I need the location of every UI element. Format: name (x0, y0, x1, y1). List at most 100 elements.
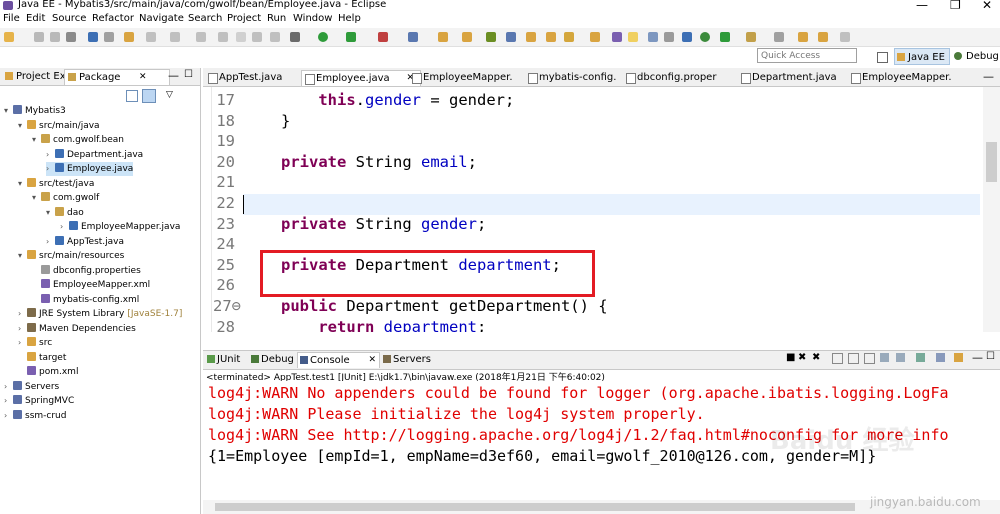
collapsed-arrow-icon[interactable]: › (4, 380, 13, 394)
scroll-lock-icon[interactable] (848, 353, 859, 364)
clear-console-icon[interactable] (832, 353, 843, 364)
new-icon[interactable] (4, 32, 14, 42)
tree-item[interactable]: mybatis-config.xml (32, 293, 139, 307)
tab-console[interactable]: Console ✕ (297, 352, 380, 368)
maximize-button[interactable]: ❐ (950, 0, 961, 12)
tree-item[interactable]: › Servers (4, 380, 59, 394)
tree-item[interactable]: › Department.java (46, 148, 143, 162)
close-icon[interactable]: ✕ (139, 70, 147, 85)
forward-icon[interactable] (818, 32, 828, 42)
show-whitespace-icon[interactable] (664, 32, 674, 42)
terminate-icon[interactable] (236, 32, 246, 42)
tree-item[interactable]: ▾ com.gwolf.bean (32, 133, 124, 147)
coverage-icon[interactable] (346, 32, 356, 42)
editor-tab[interactable]: AppTest.java (205, 70, 311, 85)
remove-all-icon[interactable]: ✖ (812, 352, 820, 363)
expanded-arrow-icon[interactable]: ▾ (18, 249, 27, 263)
collapsed-arrow-icon[interactable]: › (4, 394, 13, 408)
tab-debug[interactable]: Debug (249, 352, 297, 367)
menu-window[interactable]: Window (293, 13, 332, 24)
maximize-console-icon[interactable]: ☐ (986, 351, 995, 362)
resume-icon[interactable] (196, 32, 206, 42)
remove-launch-icon[interactable]: ✖ (798, 352, 806, 363)
close-button[interactable]: ✕ (982, 0, 992, 12)
menu-file[interactable]: File (3, 13, 20, 24)
open-type-icon[interactable] (526, 32, 536, 42)
save-icon[interactable] (34, 32, 44, 42)
tree-item[interactable]: ▾ Mybatis3 (4, 104, 66, 118)
new-class-icon[interactable] (486, 32, 496, 42)
menu-edit[interactable]: Edit (26, 13, 45, 24)
last-edit-icon[interactable] (774, 32, 784, 42)
editor-scrollbar[interactable] (983, 87, 1000, 332)
forward-menu-icon[interactable] (840, 32, 850, 42)
show-when-output-icon[interactable] (880, 353, 889, 362)
editor-tab[interactable]: EmployeeMapper. (848, 70, 966, 85)
link-with-editor-icon[interactable] (142, 89, 156, 103)
prev-annotation-icon[interactable] (746, 32, 756, 42)
menu-source[interactable]: Source (52, 13, 86, 24)
expanded-arrow-icon[interactable]: ▾ (32, 133, 41, 147)
open-console-icon[interactable] (954, 353, 963, 362)
collapsed-arrow-icon[interactable]: › (46, 162, 55, 176)
minimize-console-icon[interactable]: — (972, 351, 983, 364)
collapsed-arrow-icon[interactable]: › (60, 220, 69, 234)
tab-junit[interactable]: JUnit (205, 352, 243, 367)
close-icon[interactable]: ✕ (368, 353, 376, 368)
mark-icon[interactable] (124, 32, 134, 42)
menu-project[interactable]: Project (227, 13, 261, 24)
editor-tab[interactable]: EmployeeMapper. (409, 70, 535, 85)
collapsed-arrow-icon[interactable]: › (18, 322, 27, 336)
tree-item[interactable]: dbconfig.properties (32, 264, 141, 278)
show-when-error-icon[interactable] (896, 353, 905, 362)
save-all-icon[interactable] (50, 32, 60, 42)
open-task-icon[interactable] (546, 32, 556, 42)
expanded-arrow-icon[interactable]: ▾ (32, 191, 41, 205)
search-icon[interactable] (564, 32, 574, 42)
tree-item[interactable]: ▾ src/test/java (18, 177, 94, 191)
collapsed-arrow-icon[interactable]: › (18, 336, 27, 350)
open-perspective-icon[interactable] (875, 48, 889, 65)
tree-item[interactable]: target (18, 351, 66, 365)
expanded-arrow-icon[interactable]: ▾ (4, 104, 13, 118)
terminate-console-icon[interactable]: ■ (786, 352, 795, 363)
editor-tab[interactable]: mybatis-config. (525, 70, 633, 85)
tree-item[interactable]: ▾ com.gwolf (32, 191, 99, 205)
menu-refactor[interactable]: Refactor (92, 13, 134, 24)
menu-run[interactable]: Run (267, 13, 286, 24)
block-select-icon[interactable] (648, 32, 658, 42)
tree-item[interactable]: › JRE System Library [JavaSE-1.7] (18, 307, 182, 321)
tree-item[interactable]: › AppTest.java (46, 235, 124, 249)
toggle-icon[interactable] (104, 32, 114, 42)
new-package-icon[interactable] (462, 32, 472, 42)
refresh-icon[interactable] (170, 32, 180, 42)
server-icon[interactable] (408, 32, 418, 42)
editor-scrollbar-thumb[interactable] (986, 142, 997, 182)
expanded-arrow-icon[interactable]: ▾ (18, 119, 27, 133)
tree-item[interactable]: › Employee.java (46, 162, 134, 176)
tree-item[interactable]: pom.xml (18, 365, 78, 379)
collapsed-arrow-icon[interactable]: › (46, 148, 55, 162)
perspective-debug[interactable]: Debug (952, 48, 1000, 65)
tree-item[interactable]: ▾ src/main/java (18, 119, 100, 133)
pin-console-icon[interactable] (916, 353, 925, 362)
new-java-project-icon[interactable] (438, 32, 448, 42)
tree-item[interactable]: › SpringMVC (4, 394, 74, 408)
print-icon[interactable] (66, 32, 76, 42)
tab-package-explorer[interactable]: Package ✕ (64, 69, 170, 85)
collapse-all-icon[interactable] (126, 90, 138, 102)
quick-access-input[interactable]: Quick Access (757, 48, 857, 63)
suspend-icon[interactable] (218, 32, 228, 42)
tree-item[interactable]: › ssm-crud (4, 409, 66, 423)
tab-project-explorer[interactable]: Project Ex (2, 69, 70, 84)
minimize-view-icon[interactable]: — (168, 69, 179, 82)
back-icon[interactable] (798, 32, 808, 42)
view-menu-icon[interactable]: ▽ (166, 90, 173, 100)
expanded-arrow-icon[interactable]: ▾ (18, 177, 27, 191)
link-icon[interactable] (146, 32, 156, 42)
run-icon[interactable] (318, 32, 328, 42)
word-wrap-icon[interactable] (864, 353, 875, 364)
tree-item[interactable]: › EmployeeMapper.java (60, 220, 180, 234)
pin-icon[interactable] (682, 32, 692, 42)
expanded-arrow-icon[interactable]: ▾ (46, 206, 55, 220)
